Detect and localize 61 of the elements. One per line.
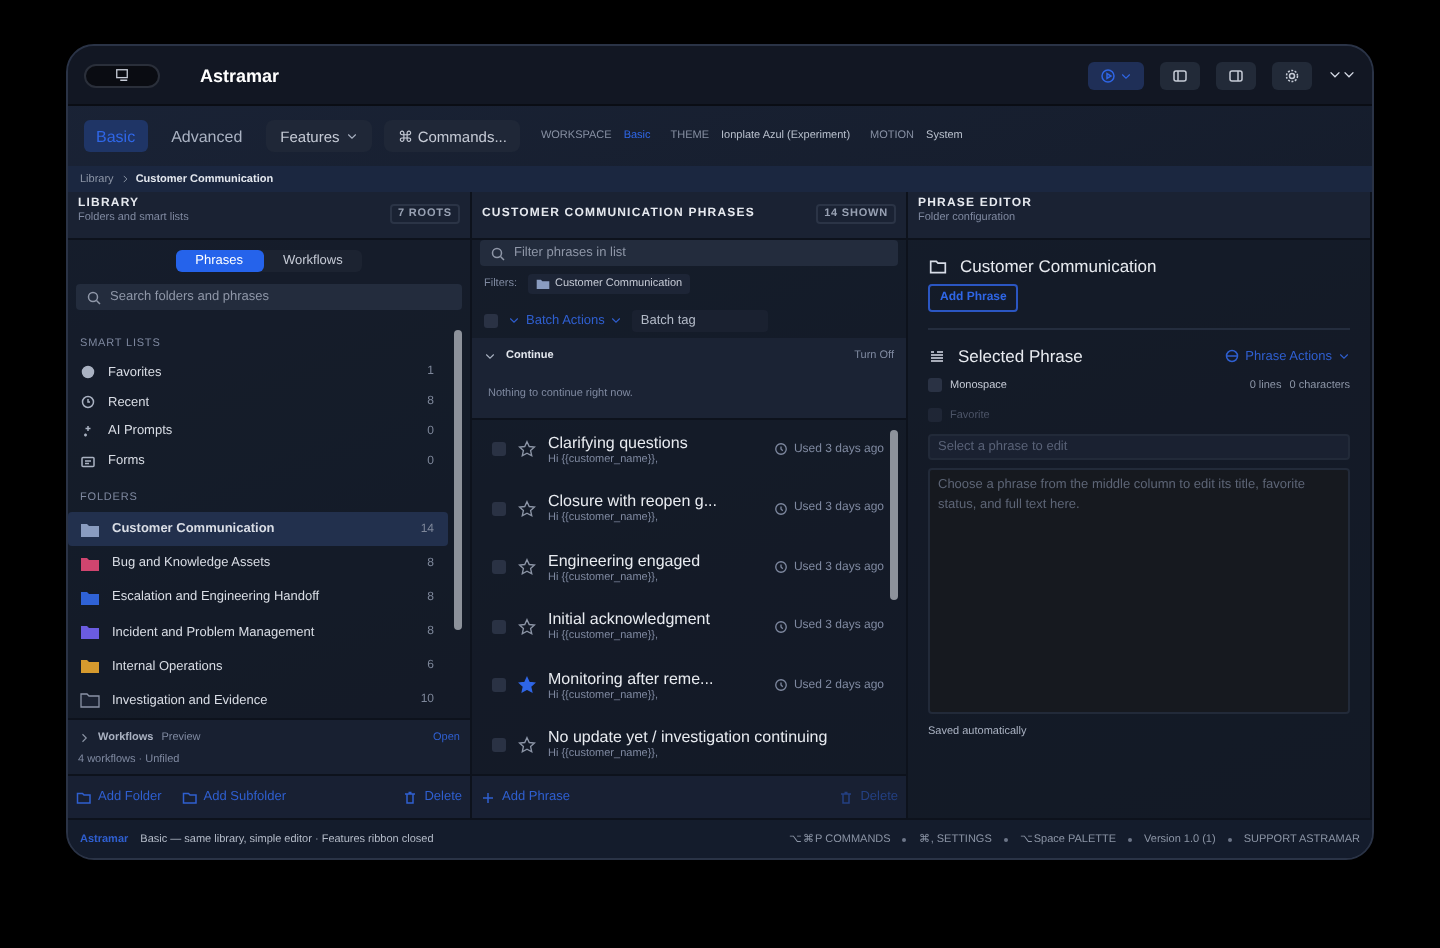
sparkle-icon bbox=[80, 423, 96, 440]
form-icon bbox=[80, 453, 96, 470]
right-panel-button[interactable] bbox=[1216, 61, 1256, 89]
play-icon bbox=[1100, 67, 1116, 83]
clock-icon bbox=[773, 442, 788, 457]
trash-icon bbox=[402, 789, 419, 805]
chevron-down-icon bbox=[1120, 69, 1132, 81]
star-icon[interactable] bbox=[518, 499, 536, 518]
phrase-title: Monitoring after reme... bbox=[548, 669, 716, 688]
row-checkbox[interactable] bbox=[492, 442, 506, 457]
chevron-down-icon bbox=[345, 130, 358, 142]
double-chevron-icon bbox=[1328, 68, 1356, 82]
window-title: Astramar bbox=[200, 65, 280, 85]
chevron-down-icon[interactable] bbox=[484, 350, 496, 362]
chevron-right-icon[interactable] bbox=[78, 732, 90, 744]
chevron-down-icon bbox=[610, 314, 623, 326]
row-checkbox[interactable] bbox=[492, 560, 506, 575]
list-icon bbox=[928, 348, 946, 364]
sidebar-toggle-button[interactable] bbox=[84, 63, 160, 87]
chevron-down-icon bbox=[1338, 350, 1350, 362]
history-icon bbox=[80, 394, 96, 411]
folder-title: Customer Communication bbox=[960, 256, 1157, 276]
phrase-title: Closure with reopen g... bbox=[548, 492, 719, 511]
section-title: Selected Phrase bbox=[958, 346, 1083, 366]
chevron-down-icon bbox=[508, 314, 520, 326]
phrase-title: Initial acknowledgment bbox=[548, 610, 712, 629]
clock-icon bbox=[773, 501, 788, 516]
folder-plus-icon bbox=[181, 789, 198, 805]
plus-icon bbox=[480, 789, 496, 805]
scrollbar-thumb[interactable] bbox=[890, 430, 898, 600]
scrollbar-thumb[interactable] bbox=[454, 330, 462, 630]
settings-button[interactable] bbox=[1272, 61, 1312, 89]
phrase-title: No update yet / investigation continuing bbox=[548, 728, 830, 747]
star-icon[interactable] bbox=[518, 617, 536, 636]
left-panel-button[interactable] bbox=[1160, 61, 1200, 89]
mode-tab[interactable]: Advanced bbox=[159, 120, 255, 152]
circle-icon bbox=[1223, 348, 1240, 364]
sidebar-right-icon bbox=[1228, 67, 1244, 83]
clock-icon bbox=[773, 678, 788, 693]
trash-icon bbox=[838, 789, 855, 805]
phrase-title: Engineering engaged bbox=[548, 551, 703, 570]
phrase-title: Clarifying questions bbox=[548, 433, 690, 452]
chevron-right-icon bbox=[119, 174, 130, 184]
settings-icon bbox=[1284, 67, 1300, 83]
play-menu-button[interactable] bbox=[1088, 61, 1144, 89]
select-all-checkbox[interactable] bbox=[484, 313, 498, 327]
star-icon[interactable] bbox=[518, 440, 536, 459]
row-checkbox[interactable] bbox=[492, 501, 506, 516]
row-checkbox[interactable] bbox=[492, 619, 506, 634]
folder-icon bbox=[535, 278, 549, 290]
option-checkbox[interactable] bbox=[928, 378, 942, 392]
clock-icon bbox=[773, 619, 788, 634]
row-checkbox[interactable] bbox=[492, 678, 506, 693]
sidebar-left-icon bbox=[1172, 67, 1188, 83]
row-checkbox[interactable] bbox=[492, 737, 506, 752]
star-icon[interactable] bbox=[518, 558, 536, 577]
clock-icon bbox=[773, 560, 788, 575]
folder-plus-icon bbox=[76, 789, 92, 805]
folder-icon bbox=[928, 257, 948, 275]
star-icon[interactable] bbox=[518, 735, 536, 754]
star-icon[interactable] bbox=[518, 676, 536, 695]
